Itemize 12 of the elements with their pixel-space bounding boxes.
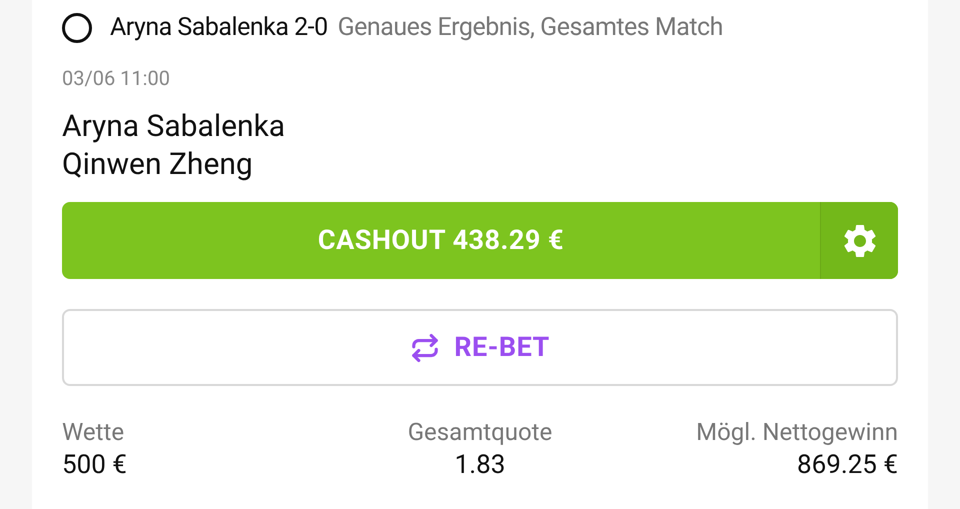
summary-label: Wette bbox=[62, 417, 124, 448]
selection-pick: Aryna Sabalenka 2-0 bbox=[110, 12, 328, 44]
summary-value: 500 € bbox=[62, 449, 127, 482]
summary-value: 869.25 € bbox=[797, 449, 898, 482]
rebet-button[interactable]: RE-BET bbox=[62, 309, 898, 386]
summary-label: Gesamtquote bbox=[408, 417, 552, 448]
market-name: Genaues Ergebnis, Gesamtes Match bbox=[338, 12, 723, 44]
participant-name: Aryna Sabalenka bbox=[62, 108, 286, 146]
participant-name: Qinwen Zheng bbox=[62, 146, 253, 184]
event-datetime: 03/06 11:00 bbox=[62, 65, 170, 92]
summary-label: Mögl. Nettogewinn bbox=[696, 417, 898, 448]
summary-value: 1.83 bbox=[454, 449, 506, 482]
